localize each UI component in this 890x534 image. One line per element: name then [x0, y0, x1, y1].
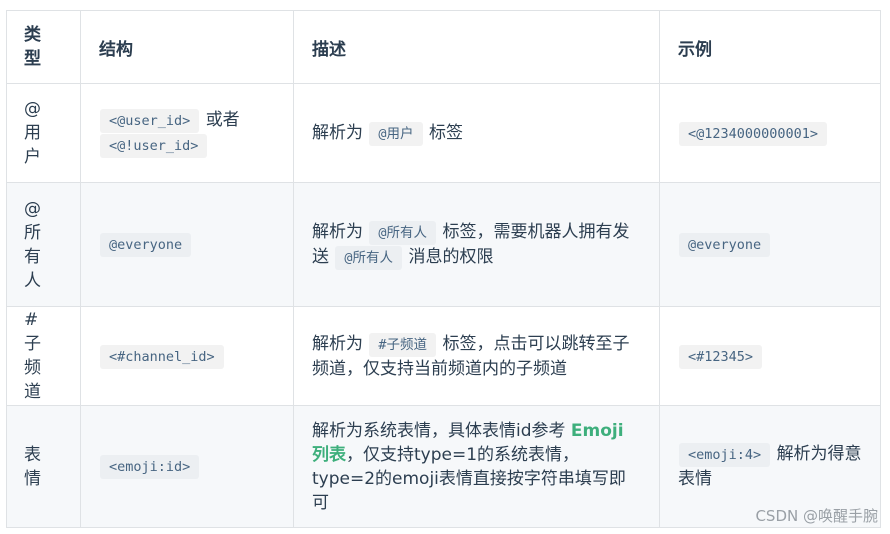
structure-cell: <emoji:id> — [80, 405, 294, 528]
code-snippet: <@user_id> — [100, 109, 200, 133]
type-cell: #子频道 — [6, 306, 81, 406]
description-cell: 解析为 #子频道 标签，点击可以跳转至子频道，仅支持当前频道内的子频道 — [293, 306, 660, 406]
example-cell: <#12345> — [659, 306, 881, 406]
code-snippet: #子频道 — [369, 332, 437, 357]
description-cell: 解析为 @用户 标签 — [293, 83, 660, 183]
code-snippet: <emoji:id> — [100, 455, 200, 479]
code-snippet: <emoji:4> — [679, 443, 771, 467]
table-row: #子频道 <#channel_id> 解析为 #子频道 标签，点击可以跳转至子频… — [6, 306, 881, 406]
code-snippet: @所有人 — [335, 245, 403, 270]
desc-text: ，仅支持type=1的系统表情，type=2的emoji表情直接按字符串填写即可 — [312, 444, 626, 513]
code-snippet: @用户 — [369, 121, 423, 146]
desc-text: 解析为系统表情，具体表情id参考 — [312, 420, 566, 441]
header-type: 类型 — [6, 10, 81, 84]
type-cell: @所有人 — [6, 182, 81, 307]
code-snippet: @everyone — [100, 233, 192, 257]
description-cell: 解析为 @所有人 标签，需要机器人拥有发送 @所有人 消息的权限 — [293, 182, 660, 307]
type-cell: 表情 — [6, 405, 81, 528]
message-format-table-container: 类型 结构 描述 示例 @用户 <@user_id> 或者 <@!user_id… — [6, 10, 881, 528]
structure-cell: <#channel_id> — [80, 306, 294, 406]
code-snippet: <@!user_id> — [100, 134, 208, 158]
code-snippet: <#12345> — [679, 344, 763, 369]
structure-separator: 或者 — [205, 110, 240, 130]
desc-text: 标签 — [428, 122, 463, 143]
example-cell: @everyone — [659, 182, 881, 307]
description-cell: 解析为系统表情，具体表情id参考 Emoji 列表，仅支持type=1的系统表情… — [293, 405, 660, 528]
code-snippet: @所有人 — [369, 220, 437, 245]
desc-text: 解析为 — [312, 122, 363, 143]
desc-text: 解析为 — [312, 221, 363, 242]
code-snippet: @everyone — [679, 233, 771, 257]
desc-text: 解析为 — [312, 333, 363, 354]
header-structure: 结构 — [80, 10, 294, 84]
example-cell: <@1234000000001> — [659, 83, 881, 183]
table-row: @所有人 @everyone 解析为 @所有人 标签，需要机器人拥有发送 @所有… — [6, 182, 881, 307]
table-header-row: 类型 结构 描述 示例 — [6, 10, 881, 84]
table-row: @用户 <@user_id> 或者 <@!user_id> 解析为 @用户 标签… — [6, 83, 881, 183]
type-cell: @用户 — [6, 83, 81, 183]
header-description: 描述 — [293, 10, 660, 84]
code-snippet: <#channel_id> — [100, 344, 224, 369]
message-format-table: 类型 结构 描述 示例 @用户 <@user_id> 或者 <@!user_id… — [6, 10, 881, 528]
code-snippet: <@1234000000001> — [679, 121, 828, 146]
structure-cell: @everyone — [80, 182, 294, 307]
table-row: 表情 <emoji:id> 解析为系统表情，具体表情id参考 Emoji 列表，… — [6, 405, 881, 528]
watermark: CSDN @唤醒手腕 — [755, 507, 878, 525]
desc-text: 消息的权限 — [408, 246, 494, 267]
structure-cell: <@user_id> 或者 <@!user_id> — [80, 83, 294, 183]
header-example: 示例 — [659, 10, 881, 84]
